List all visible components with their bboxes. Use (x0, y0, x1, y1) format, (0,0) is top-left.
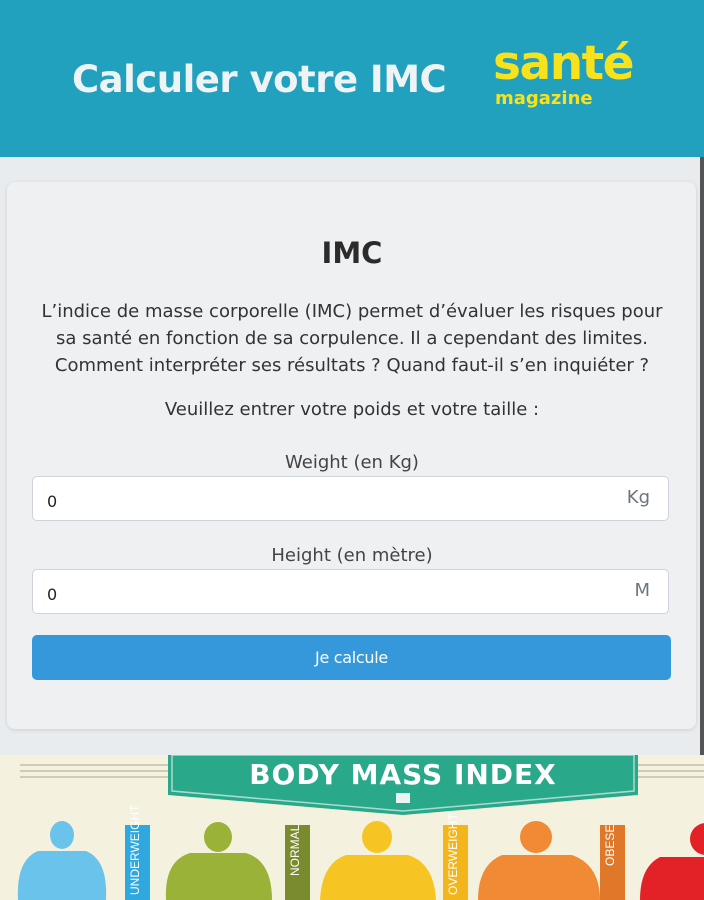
height-input[interactable]: 0 M (32, 569, 669, 614)
label-normal: NORMAL (288, 825, 302, 877)
card-title: IMC (321, 236, 383, 270)
weight-input[interactable]: 0 Kg (32, 476, 669, 521)
height-label: Height (en mètre) (271, 545, 433, 566)
height-unit: M (634, 580, 650, 601)
weight-label: Weight (en Kg) (285, 452, 419, 473)
bmi-infographic: BODY MASS INDEX UNDERWEIGHT NORMAL OVERW… (0, 755, 704, 900)
figure-extreme-obese (640, 823, 704, 900)
scale-icon (396, 793, 410, 803)
bmi-title: BODY MASS INDEX (249, 758, 557, 791)
label-obese: OBESE (603, 825, 617, 867)
weight-value: 0 (47, 492, 58, 511)
scrollbar[interactable] (700, 0, 704, 780)
intro-text: L’indice de masse corporelle (IMC) perme… (41, 301, 663, 376)
logo-sub-text: magazine (495, 88, 593, 109)
height-value: 0 (47, 585, 58, 604)
form-prompt: Veuillez entrer votre poids et votre tai… (164, 399, 540, 420)
calculate-button[interactable]: Je calcule (32, 635, 671, 680)
label-underweight: UNDERWEIGHT (128, 804, 142, 895)
header: Calculer votre IMC santé magazine (0, 0, 704, 157)
weight-unit: Kg (626, 487, 650, 508)
sante-magazine-logo[interactable]: santé magazine (493, 40, 673, 115)
page-title: Calculer votre IMC (72, 58, 447, 101)
logo-main-text: santé (493, 36, 635, 91)
label-overweight: OVERWEIGHT (446, 813, 460, 895)
